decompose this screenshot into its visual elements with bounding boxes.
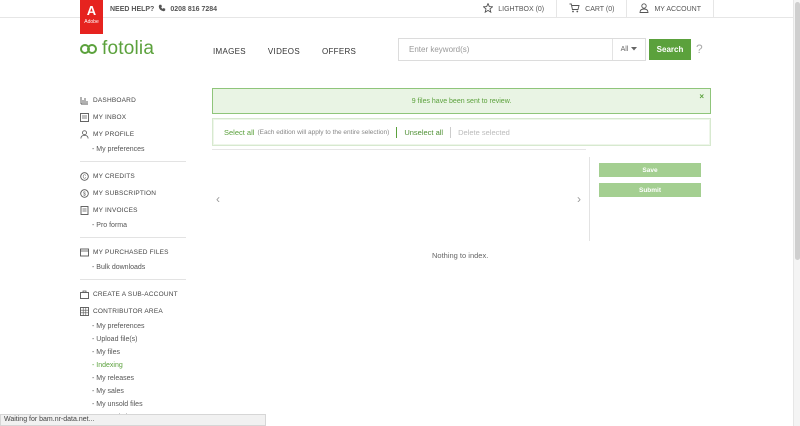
sidebar-item-credits[interactable]: C MY CREDITS xyxy=(80,168,186,185)
nav-videos[interactable]: VIDEOS xyxy=(268,47,300,56)
account-sidebar: DASHBOARD MY INBOX MY PROFILE - My prefe… xyxy=(80,90,186,426)
sidebar-label: MY PURCHASED FILES xyxy=(93,249,169,256)
search-input[interactable] xyxy=(399,39,611,60)
save-button[interactable]: Save xyxy=(599,163,701,177)
chevron-right-icon[interactable]: › xyxy=(577,192,581,206)
briefcase-icon xyxy=(80,290,89,299)
sidebar-item-dashboard[interactable]: DASHBOARD xyxy=(80,92,186,109)
nav-offers[interactable]: OFFERS xyxy=(322,47,356,56)
sidebar-item-inbox[interactable]: MY INBOX xyxy=(80,109,186,126)
page-scrollbar[interactable] xyxy=(793,0,800,426)
sidebar-group-purchases: MY PURCHASED FILES - Bulk downloads xyxy=(80,242,186,280)
lightbox-link[interactable]: LIGHTBOX (0) xyxy=(471,0,556,18)
delete-selected-link[interactable]: Delete selected xyxy=(458,128,510,137)
user-icon xyxy=(639,3,649,15)
help-line: NEED HELP? 0208 816 7284 xyxy=(110,4,217,14)
help-label: NEED HELP? xyxy=(110,5,155,13)
sidebar-subitem-releases[interactable]: - My releases xyxy=(80,372,186,385)
selection-toolbar: Select all (Each edition will apply to t… xyxy=(212,118,711,146)
grid-icon xyxy=(80,307,89,316)
sidebar-subitem-unsold-files[interactable]: - My unsold files xyxy=(80,398,186,411)
sidebar-item-sub-account[interactable]: CREATE A SUB-ACCOUNT xyxy=(80,286,186,303)
sidebar-group-contributor: CREATE A SUB-ACCOUNT CONTRIBUTOR AREA - … xyxy=(80,284,186,426)
credits-icon: C xyxy=(80,172,89,181)
browser-status-bar: Waiting for bam.nr-data.net... xyxy=(0,414,266,426)
sidebar-subitem-my-files[interactable]: - My files xyxy=(80,346,186,359)
sidebar-label: DASHBOARD xyxy=(93,97,136,104)
adobe-a-icon: A xyxy=(86,3,97,18)
submit-button[interactable]: Submit xyxy=(599,183,701,197)
sidebar-subitem-indexing[interactable]: - Indexing xyxy=(80,359,186,372)
phone-number[interactable]: 0208 816 7284 xyxy=(170,6,217,13)
sidebar-group-billing: C MY CREDITS $ MY SUBSCRIPTION MY INVOIC… xyxy=(80,166,186,238)
cart-link[interactable]: CART (0) xyxy=(556,0,626,18)
svg-text:C: C xyxy=(83,174,87,180)
sidebar-subitem-contributor-preferences[interactable]: - My preferences xyxy=(80,320,186,333)
sidebar-label: MY INBOX xyxy=(93,114,127,121)
top-right-links: LIGHTBOX (0) CART (0) MY ACCOUNT xyxy=(471,0,714,18)
search-filter-select[interactable]: All xyxy=(612,39,645,60)
caret-down-icon xyxy=(631,46,638,53)
main-nav: IMAGES VIDEOS OFFERS xyxy=(213,47,356,56)
invoice-icon xyxy=(80,206,89,215)
unselect-all-link[interactable]: Unselect all xyxy=(404,128,443,137)
sidebar-label: CREATE A SUB-ACCOUNT xyxy=(93,291,178,298)
help-question-icon[interactable]: ? xyxy=(696,42,703,56)
account-link[interactable]: MY ACCOUNT xyxy=(626,0,714,18)
sidebar-label: CONTRIBUTOR AREA xyxy=(93,308,163,315)
select-all-note: (Each edition will apply to the entire s… xyxy=(257,128,390,136)
files-icon xyxy=(80,248,89,257)
account-label: MY ACCOUNT xyxy=(654,5,701,13)
top-bar: NEED HELP? 0208 816 7284 LIGHTBOX (0) CA… xyxy=(0,0,800,18)
sidebar-item-subscription[interactable]: $ MY SUBSCRIPTION xyxy=(80,185,186,202)
subscription-icon: $ xyxy=(80,189,89,198)
filter-value: All xyxy=(620,46,629,53)
lightbox-label: LIGHTBOX (0) xyxy=(498,5,545,13)
phone-icon xyxy=(158,4,166,14)
dashboard-icon xyxy=(80,96,89,105)
sidebar-label: MY PROFILE xyxy=(93,131,135,138)
sidebar-item-profile[interactable]: MY PROFILE xyxy=(80,126,186,143)
sidebar-subitem-sales[interactable]: - My sales xyxy=(80,385,186,398)
rings-icon xyxy=(80,44,98,54)
adobe-logo[interactable]: A Adobe xyxy=(80,0,103,34)
scrollbar-thumb[interactable] xyxy=(795,2,800,260)
star-icon xyxy=(482,2,494,15)
cart-label: CART (0) xyxy=(585,5,615,13)
chevron-left-icon[interactable]: ‹ xyxy=(216,192,220,206)
sidebar-subitem-upload[interactable]: - Upload file(s) xyxy=(80,333,186,346)
sidebar-subitem-pro-forma[interactable]: - Pro forma xyxy=(80,219,186,232)
alert-message: 9 files have been sent to review. xyxy=(411,97,512,105)
close-icon[interactable]: × xyxy=(699,92,704,101)
empty-state-text: Nothing to index. xyxy=(432,251,489,260)
sidebar-subitem-preferences[interactable]: - My preferences xyxy=(80,143,186,156)
select-all-link[interactable]: Select all xyxy=(224,128,254,137)
divider xyxy=(450,126,452,138)
cart-icon xyxy=(569,3,580,15)
fotolia-logo[interactable]: fotolia xyxy=(80,38,154,60)
inbox-icon xyxy=(80,113,89,122)
sidebar-group-profile: DASHBOARD MY INBOX MY PROFILE - My prefe… xyxy=(80,90,186,162)
divider xyxy=(396,126,398,138)
sidebar-label: MY SUBSCRIPTION xyxy=(93,190,157,197)
divider xyxy=(212,149,586,150)
nav-images[interactable]: IMAGES xyxy=(213,47,246,56)
sidebar-subitem-bulk-downloads[interactable]: - Bulk downloads xyxy=(80,261,186,274)
logo-text: fotolia xyxy=(102,38,155,59)
sidebar-label: MY INVOICES xyxy=(93,207,138,214)
sidebar-label: MY CREDITS xyxy=(93,173,135,180)
success-alert: 9 files have been sent to review. × xyxy=(212,88,711,114)
sidebar-item-contributor-area[interactable]: CONTRIBUTOR AREA xyxy=(80,303,186,320)
search-box: All xyxy=(398,38,646,61)
divider xyxy=(589,157,590,241)
adobe-wordmark: Adobe xyxy=(84,19,99,25)
sidebar-item-invoices[interactable]: MY INVOICES xyxy=(80,202,186,219)
search-button[interactable]: Search xyxy=(649,39,691,60)
svg-text:$: $ xyxy=(83,191,86,197)
sidebar-item-purchased-files[interactable]: MY PURCHASED FILES xyxy=(80,244,186,261)
user-icon xyxy=(80,130,89,139)
